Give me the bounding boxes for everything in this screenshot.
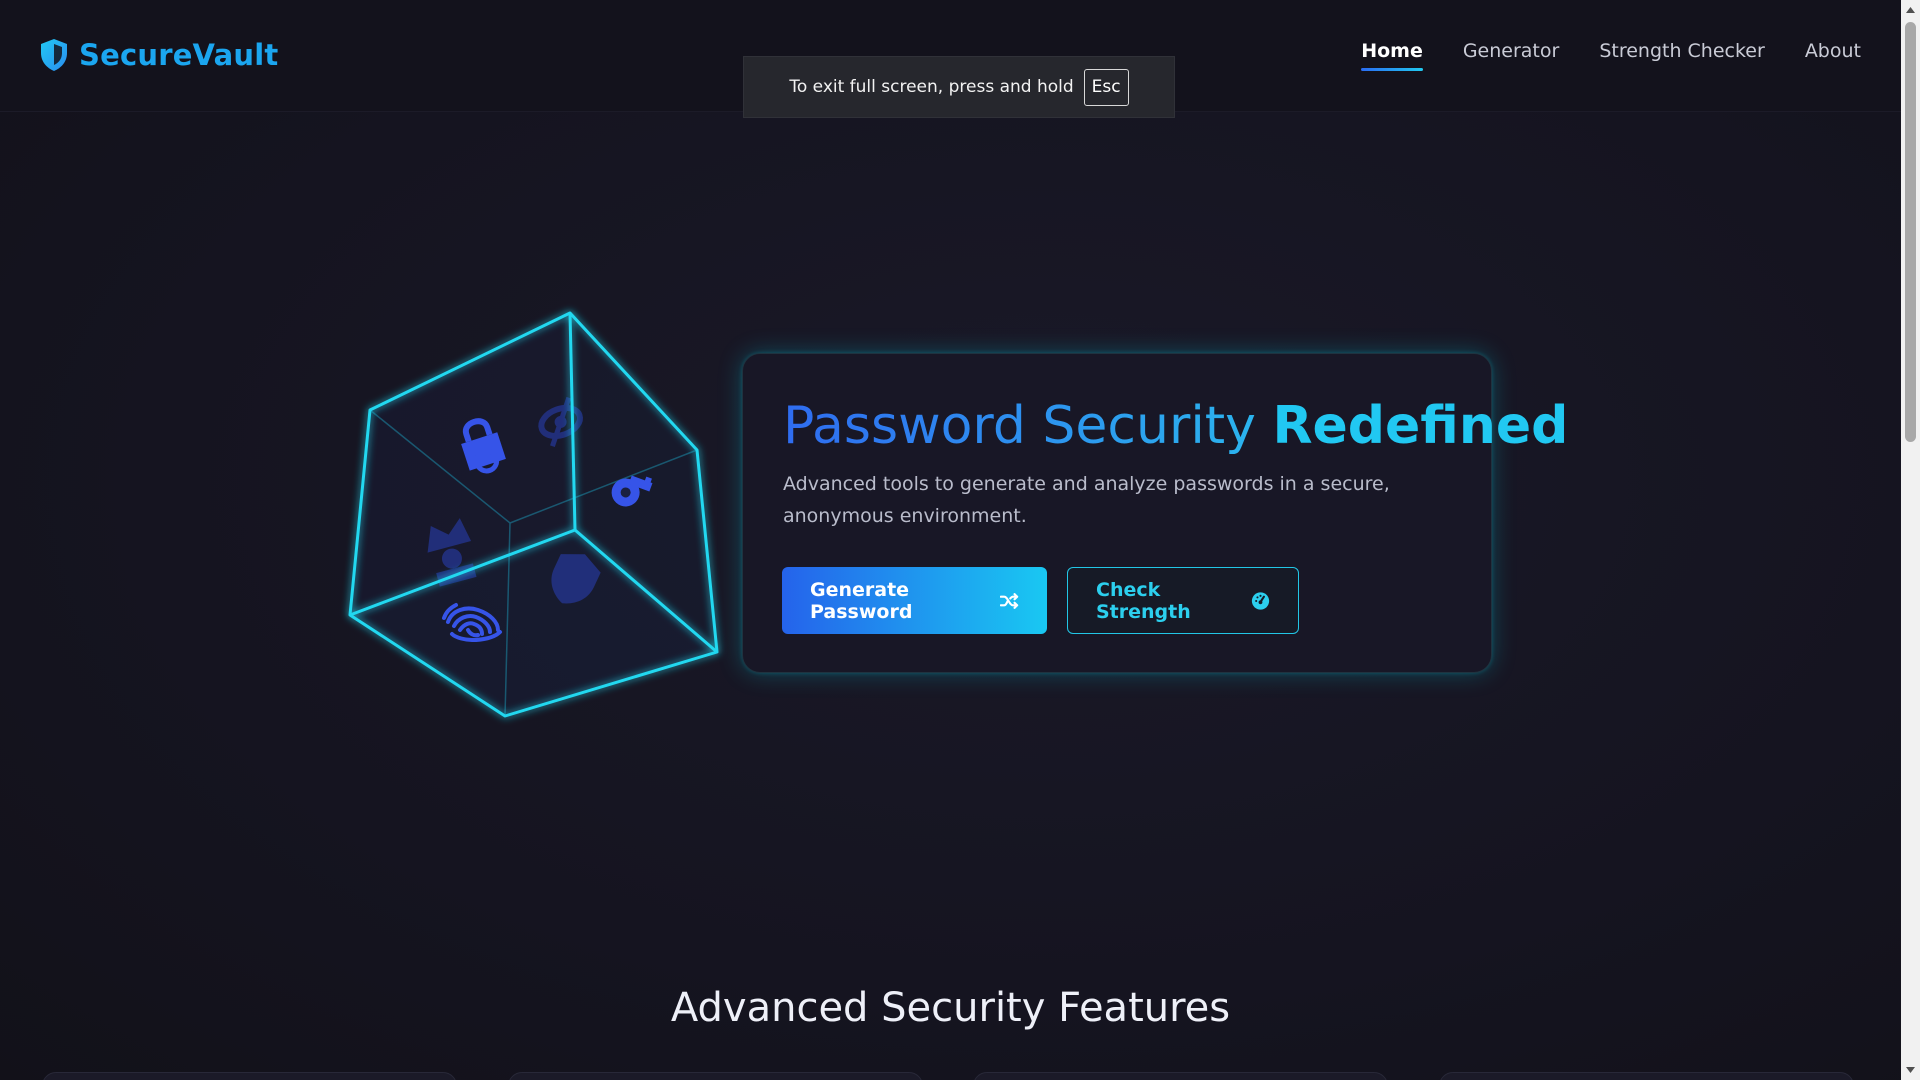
hero-title-main: Password Security	[783, 396, 1256, 456]
main-nav: Home Generator Strength Checker About	[1361, 40, 1861, 71]
check-strength-label: Check Strength	[1096, 578, 1191, 623]
generate-password-button[interactable]: Generate Password	[782, 567, 1047, 634]
feature-card[interactable]	[42, 1072, 457, 1080]
shuffle-icon	[1000, 592, 1019, 609]
features-section-title: Advanced Security Features	[670, 985, 1231, 1031]
vertical-scrollbar[interactable]	[1901, 0, 1920, 1080]
esc-key-badge: Esc	[1083, 68, 1129, 106]
fullscreen-exit-toast: To exit full screen, press and hold Esc	[743, 56, 1175, 118]
feature-card[interactable]	[973, 1072, 1388, 1080]
security-cube-illustration	[348, 311, 719, 718]
hero-title-highlight: Redefined	[1272, 396, 1569, 456]
nav-strength-checker[interactable]: Strength Checker	[1599, 40, 1765, 71]
hero-actions: Generate Password Check Strength	[782, 567, 1299, 634]
page: SecureVault Home Generator Strength Chec…	[0, 0, 1901, 1080]
feature-card[interactable]	[508, 1072, 923, 1080]
nav-about[interactable]: About	[1805, 40, 1861, 71]
check-strength-button[interactable]: Check Strength	[1067, 567, 1299, 634]
nav-generator[interactable]: Generator	[1463, 40, 1559, 71]
nav-home[interactable]: Home	[1361, 40, 1423, 71]
hero-description: Advanced tools to generate and analyze p…	[783, 473, 1390, 527]
fullscreen-toast-message: To exit full screen, press and hold	[789, 77, 1074, 97]
hero-title: Password Security Redefined	[783, 394, 1568, 458]
gauge-icon	[1251, 591, 1270, 610]
scrollbar-thumb[interactable]	[1905, 22, 1916, 442]
scroll-down-arrow-icon[interactable]	[1905, 1066, 1916, 1074]
generate-password-label: Generate Password	[810, 578, 913, 623]
brand-name: SecureVault	[79, 38, 279, 72]
feature-card[interactable]	[1439, 1072, 1854, 1080]
hero-card: Password Security Redefined Advanced too…	[742, 353, 1568, 673]
scroll-up-arrow-icon[interactable]	[1905, 6, 1916, 14]
brand-logo[interactable]: SecureVault	[39, 37, 278, 73]
shield-icon	[41, 39, 67, 71]
